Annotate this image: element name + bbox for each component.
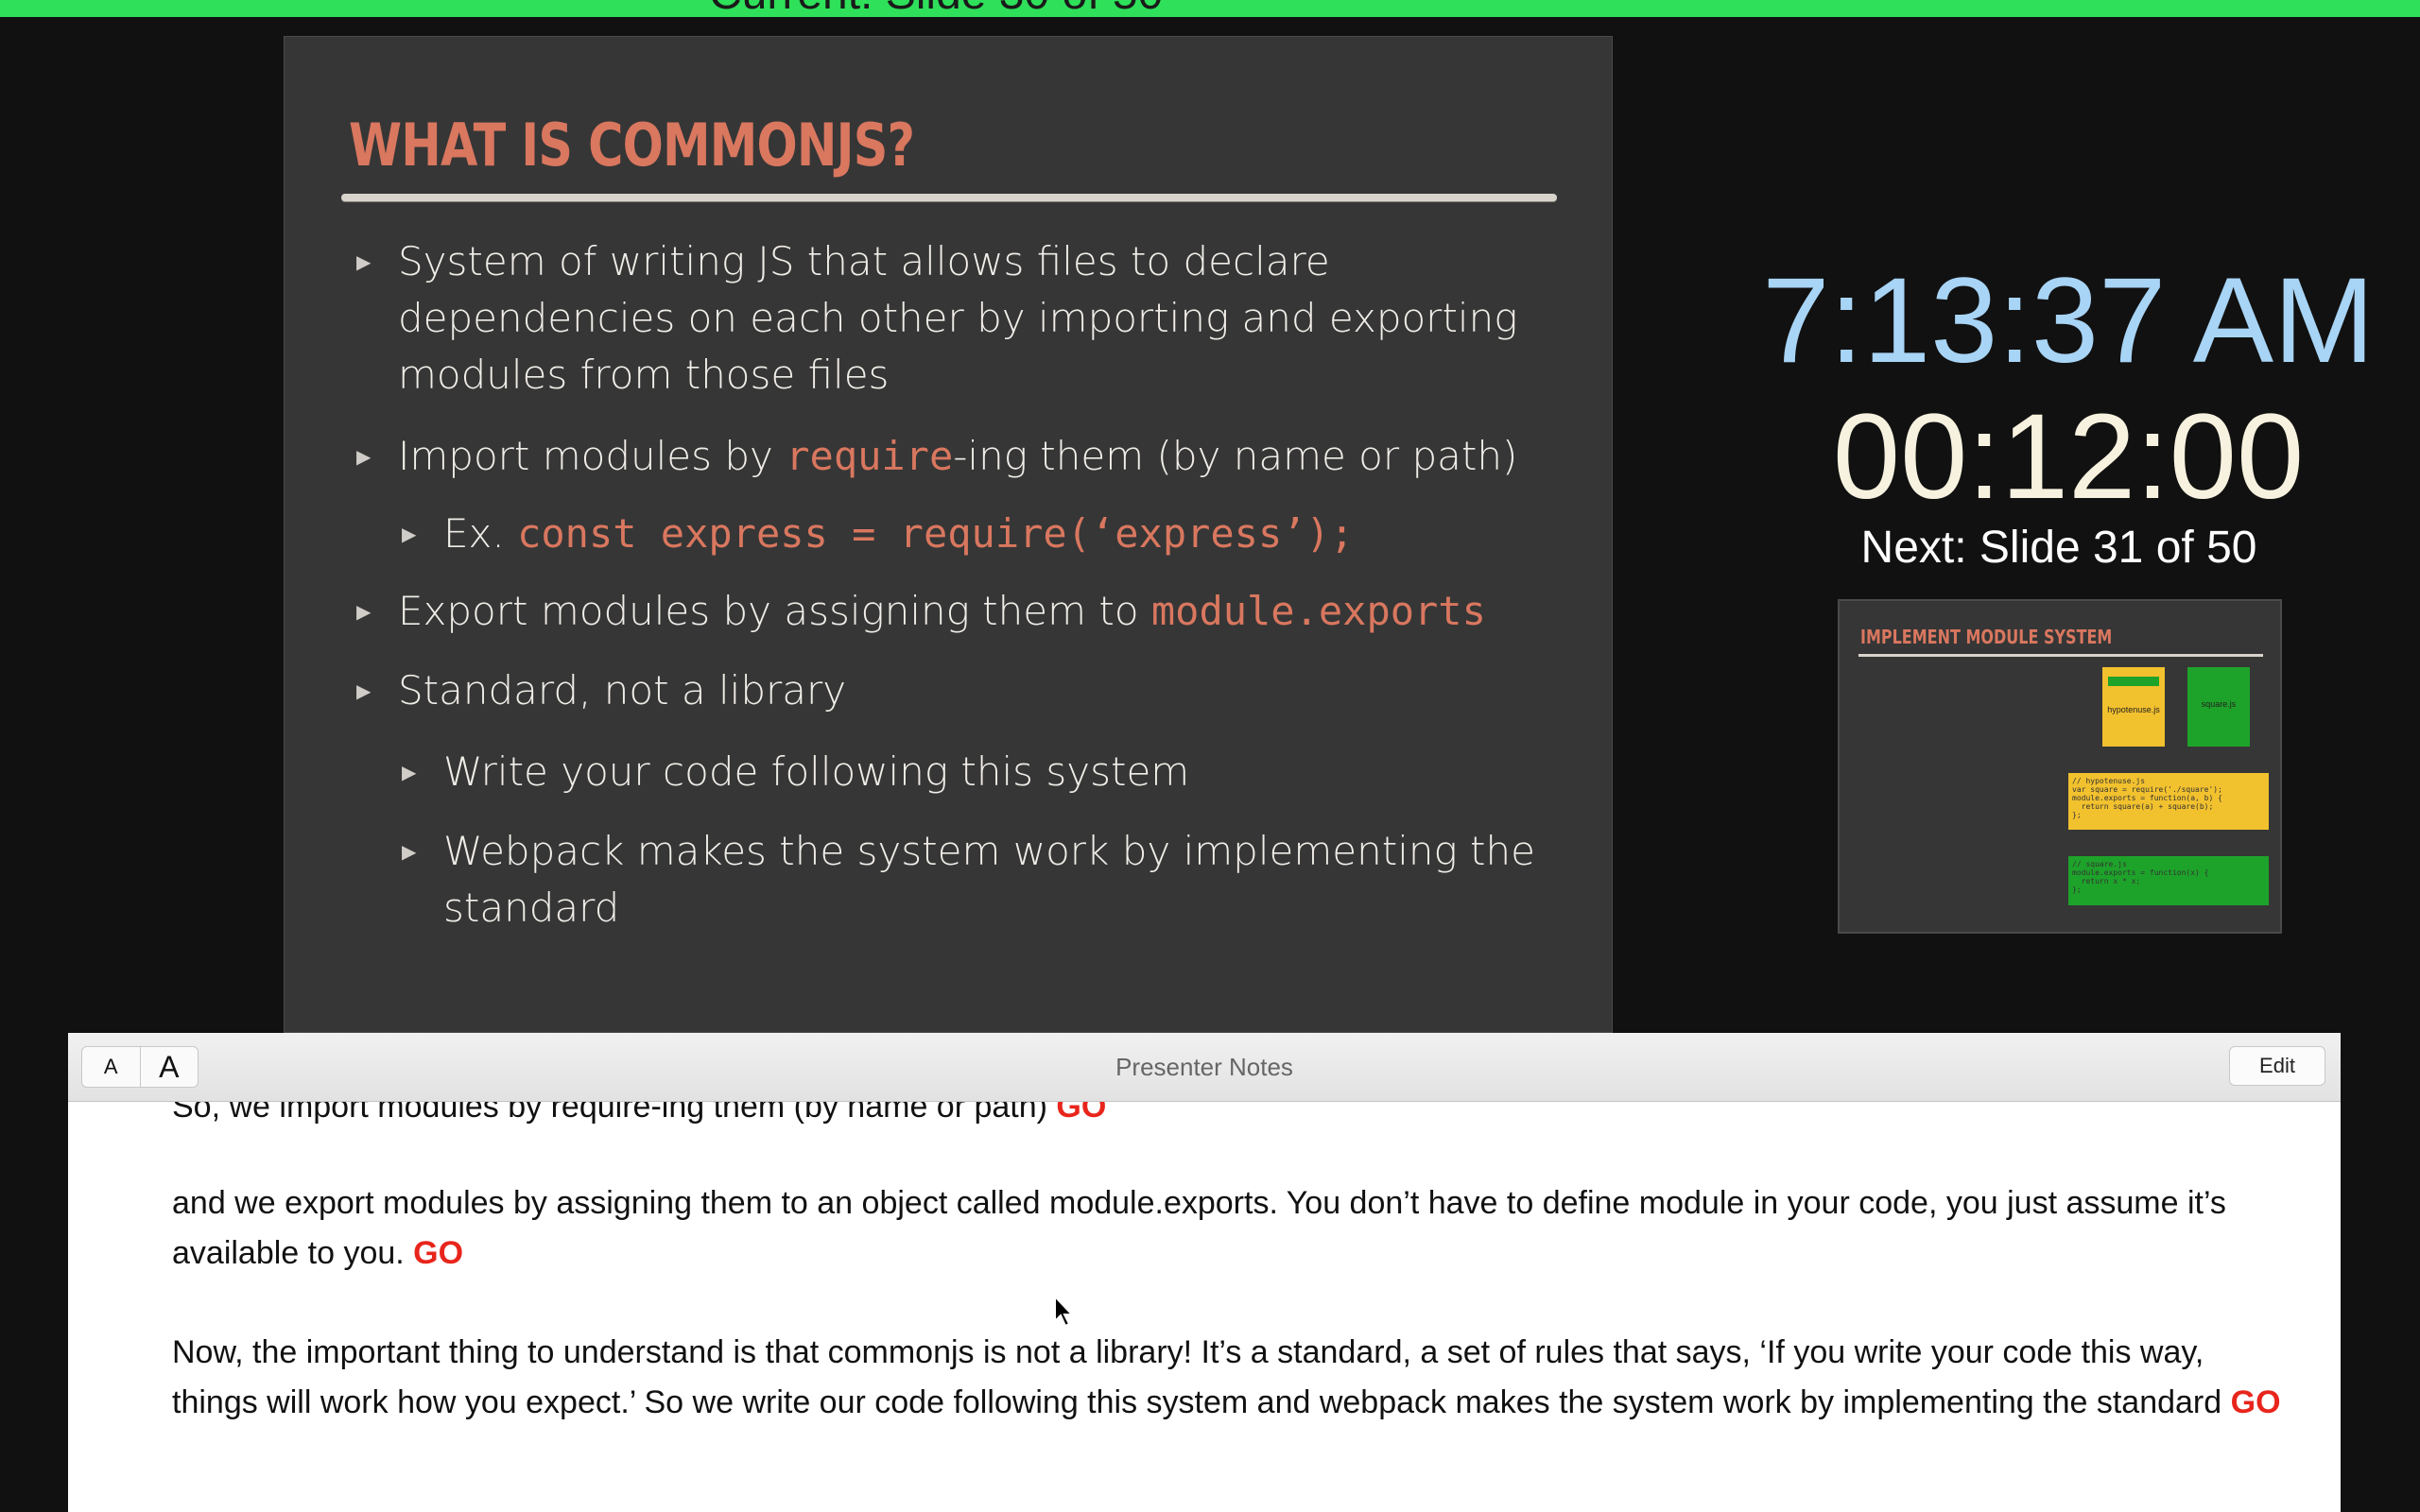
sub-bullet-item: ▶ Write your code following this system [402,744,1189,800]
decrease-font-button[interactable]: A [82,1047,141,1087]
presenter-notes-panel: Presenter Notes A A Edit So, we import m… [68,1033,2341,1512]
slide-title: WHAT IS COMMONJS? [349,111,915,180]
notes-title: Presenter Notes [1115,1053,1293,1081]
bullet-arrow-icon: ▶ [356,600,372,623]
note-paragraph: Now, the important thing to understand i… [172,1334,2281,1420]
current-slide-label: Current: Slide 30 of 50 [709,0,1163,17]
note-paragraph: and we export modules by assigning them … [172,1185,2226,1271]
bullet-arrow-icon: ▶ [402,840,417,863]
bullet-arrow-icon: ▶ [356,679,372,702]
square-box: square.js [2187,667,2250,747]
next-slide-thumbnail: IMPLEMENT MODULE SYSTEM hypotenuse.js sq… [1838,599,2282,934]
bullet-item: ▶ Standard, not a library [356,662,846,719]
bullet-arrow-icon: ▶ [402,523,417,545]
font-size-controls: A A [81,1046,199,1088]
hypotenuse-box: hypotenuse.js [2102,667,2165,747]
bullet-item: ▶ Import modules by require-ing them (by… [356,428,1517,485]
sub-bullet-item: ▶ Webpack makes the system work by imple… [402,823,1535,936]
slide-title-divider [341,194,1557,201]
notes-header: Presenter Notes A A Edit [68,1033,2341,1102]
hypotenuse-label: hypotenuse.js [2107,705,2160,714]
hypotenuse-code-block: // hypotenuse.js var square = require('.… [2068,773,2269,830]
current-slide: WHAT IS COMMONJS? ▶ System of writing JS… [284,36,1613,1033]
go-marker: GO [2230,1384,2281,1420]
top-status-bar: Current: Slide 30 of 50 [0,0,2420,17]
edit-button[interactable]: Edit [2229,1046,2325,1086]
next-slide-label: Next: Slide 31 of 50 [1860,523,2257,573]
bullet-arrow-icon: ▶ [402,761,417,783]
go-marker: GO [413,1235,464,1271]
bullet-item: ▶ System of writing JS that allows files… [356,233,1517,404]
increase-font-button[interactable]: A [141,1047,199,1087]
bullet-arrow-icon: ▶ [356,250,372,273]
next-slide-title: IMPLEMENT MODULE SYSTEM [1860,626,2113,648]
go-marker: GO [1056,1102,1107,1125]
bullet-item: ▶ Export modules by assigning them to mo… [356,583,1486,640]
next-slide-divider [1858,654,2263,657]
hypotenuse-inner-bar [2108,677,2159,686]
sub-bullet-item: ▶ Ex. const express = require(‘express’)… [402,506,1354,562]
bullet-arrow-icon: ▶ [356,445,372,468]
notes-text-area[interactable]: So, we import modules by require-ing the… [68,1102,2341,1512]
square-code-block: // square.js module.exports = function(x… [2068,856,2269,905]
clock-time: 7:13:37 AM [1762,253,2375,388]
square-label: square.js [2201,699,2237,709]
note-paragraph: So, we import modules by require-ing the… [172,1102,2290,1132]
elapsed-timer[interactable]: 00:12:00 [1756,387,2380,526]
mouse-pointer-icon [1054,1295,1075,1328]
